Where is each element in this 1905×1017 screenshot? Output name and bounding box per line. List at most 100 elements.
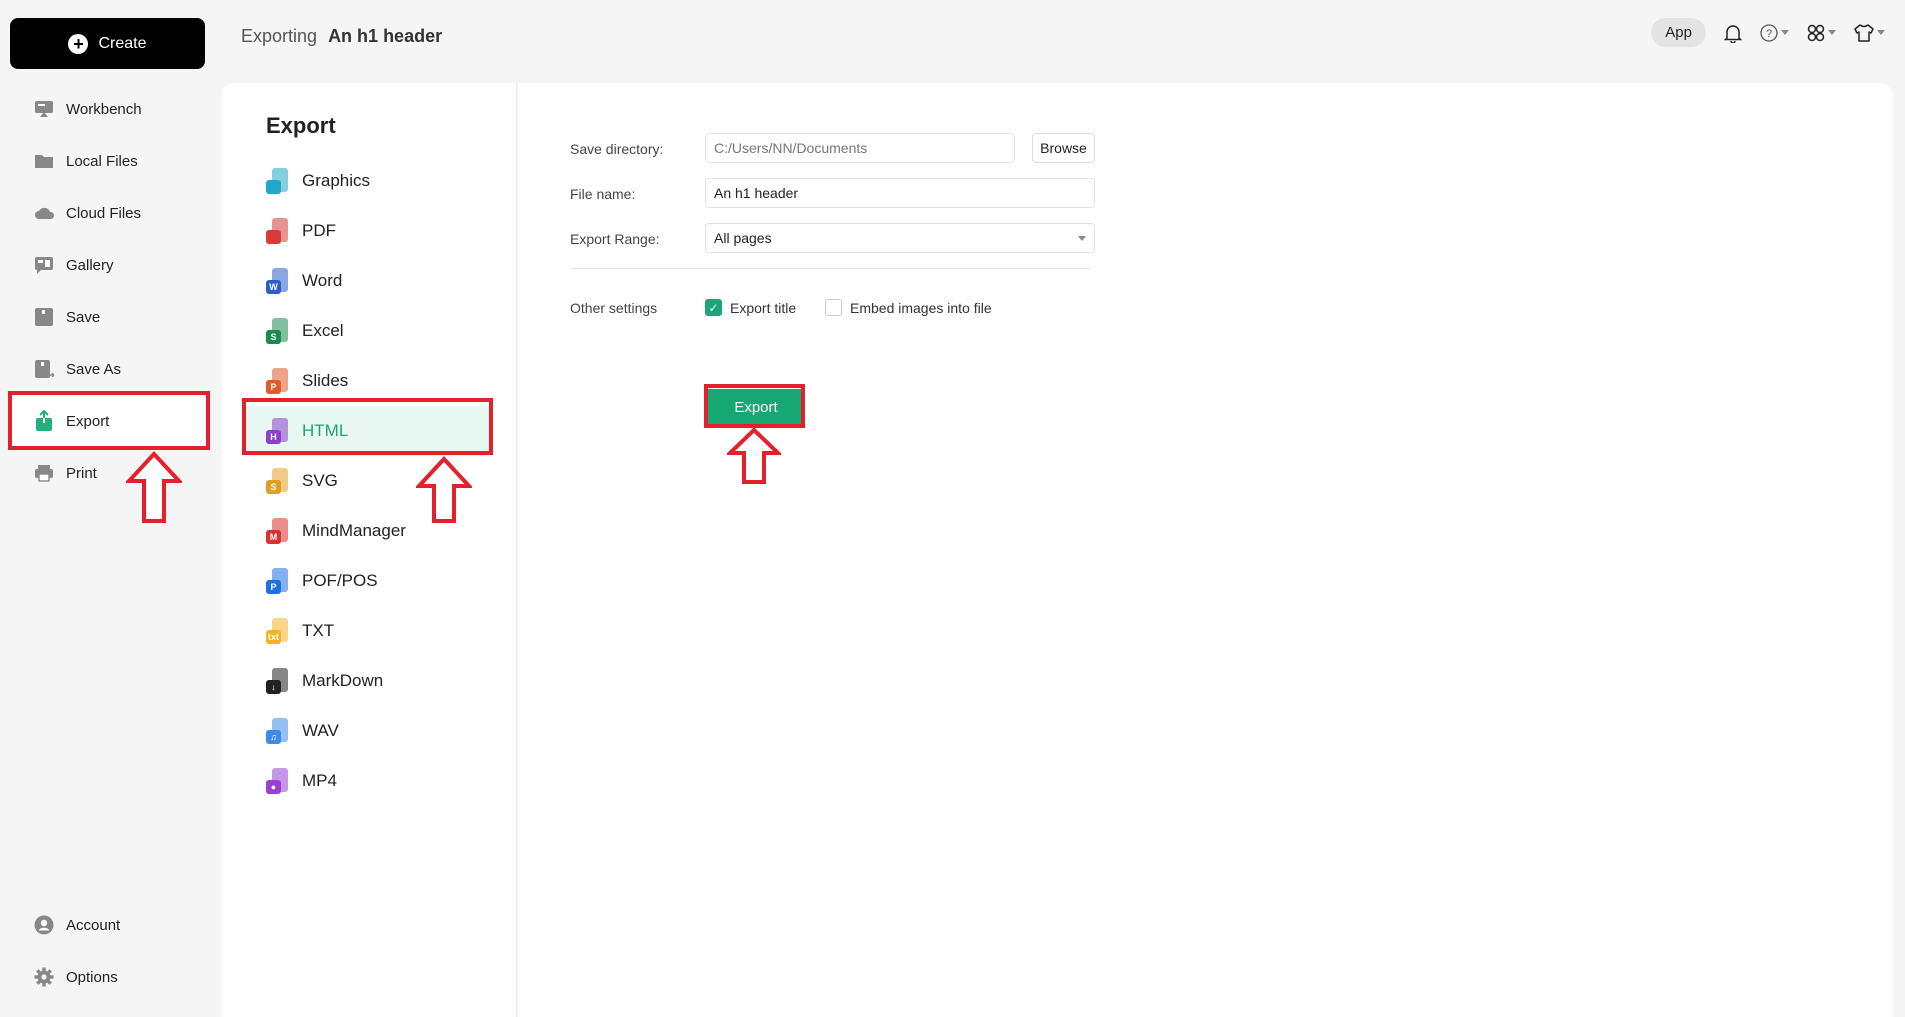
help-icon: ? — [1760, 23, 1778, 42]
graphics-file-icon — [266, 168, 288, 194]
sidebar-item-label: Save As — [66, 360, 122, 378]
file-name-label: File name: — [570, 186, 636, 202]
save-directory-label: Save directory: — [570, 141, 664, 157]
notifications-button[interactable] — [1724, 23, 1742, 43]
format-item-pof-pos[interactable]: P POF/POS — [244, 556, 492, 606]
document-name: An h1 header — [328, 26, 443, 46]
format-item-svg[interactable]: S SVG — [244, 456, 492, 506]
browse-button[interactable]: Browse — [1032, 133, 1095, 163]
format-label: MindManager — [302, 521, 406, 540]
format-label: HTML — [302, 421, 349, 440]
sidebar-item-label: Gallery — [66, 256, 114, 274]
save-as-icon — [34, 359, 54, 379]
format-label: PDF — [302, 221, 336, 240]
embed-images-label: Embed images into file — [850, 299, 992, 316]
format-label: POF/POS — [302, 571, 378, 590]
format-item-graphics[interactable]: Graphics — [244, 156, 492, 206]
bell-icon — [1724, 24, 1742, 43]
format-item-excel[interactable]: S Excel — [244, 306, 492, 356]
export-range-label: Export Range: — [570, 231, 660, 247]
create-button[interactable]: + Create — [10, 18, 205, 69]
export-range-value: All pages — [714, 230, 772, 246]
save-icon — [34, 307, 54, 327]
sidebar-item-save[interactable]: Save — [10, 292, 208, 342]
sidebar-item-label: Cloud Files — [66, 204, 142, 222]
pof-pos-file-icon: P — [266, 568, 288, 594]
word-file-icon: W — [266, 268, 288, 294]
divider — [570, 268, 1090, 269]
apps-button[interactable] — [1807, 24, 1836, 42]
checkbox-unchecked-icon — [825, 299, 842, 316]
app-button[interactable]: App — [1651, 18, 1706, 47]
top-toolbar: App ? — [1651, 18, 1885, 47]
mp4-file-icon: ● — [266, 768, 288, 794]
format-item-slides[interactable]: P Slides — [244, 356, 492, 406]
format-label: MarkDown — [302, 671, 384, 690]
pdf-file-icon — [266, 218, 288, 244]
sidebar-item-label: Account — [66, 916, 121, 934]
checkbox-checked-icon: ✓ — [705, 299, 722, 316]
markdown-file-icon: ↓ — [266, 668, 288, 694]
sidebar-item-gallery[interactable]: Gallery — [10, 240, 208, 290]
format-item-pdf[interactable]: PDF — [244, 206, 492, 256]
plus-icon: + — [68, 33, 89, 54]
other-settings-label: Other settings — [570, 300, 658, 316]
file-name-input[interactable]: An h1 header — [705, 178, 1095, 208]
format-label: Graphics — [302, 171, 371, 190]
txt-file-icon: txt — [266, 618, 288, 644]
format-item-markdown[interactable]: ↓ MarkDown — [244, 656, 492, 706]
create-label: Create — [98, 34, 147, 52]
sidebar-item-label: Local Files — [66, 152, 138, 170]
page-title: Exporting An h1 header — [241, 26, 442, 47]
sidebar-item-label: Save — [66, 308, 101, 326]
sidebar-item-print[interactable]: Print — [10, 448, 208, 498]
export-icon — [34, 410, 54, 431]
title-prefix: Exporting — [241, 26, 318, 46]
format-item-mindmanager[interactable]: M MindManager — [244, 506, 492, 556]
chevron-down-icon — [1828, 30, 1836, 35]
chevron-down-icon — [1078, 236, 1086, 241]
sidebar-item-label: Options — [66, 968, 118, 986]
export-title-label: Export title — [730, 299, 797, 316]
format-item-mp4[interactable]: ● MP4 — [244, 756, 492, 806]
chevron-down-icon — [1877, 30, 1885, 35]
sidebar-item-cloud-files[interactable]: Cloud Files — [10, 188, 208, 238]
folder-icon — [34, 151, 54, 171]
format-label: Word — [302, 271, 343, 290]
svg-text:?: ? — [1766, 28, 1772, 40]
format-item-txt[interactable]: txt TXT — [244, 606, 492, 656]
export-button[interactable]: Export — [708, 389, 804, 425]
sidebar-item-label: Print — [66, 464, 97, 482]
wav-file-icon: ♫ — [266, 718, 288, 744]
sidebar-item-label: Export — [66, 412, 110, 430]
format-item-word[interactable]: W Word — [244, 256, 492, 306]
sidebar-item-export[interactable]: Export — [10, 396, 208, 446]
account-icon — [34, 915, 54, 935]
sidebar-item-workbench[interactable]: Workbench — [10, 84, 208, 134]
format-label: Slides — [302, 371, 349, 390]
sidebar-item-local-files[interactable]: Local Files — [10, 136, 208, 186]
theme-button[interactable] — [1854, 23, 1885, 42]
help-button[interactable]: ? — [1760, 23, 1789, 42]
sidebar-item-label: Workbench — [66, 100, 142, 118]
sidebar-item-save-as[interactable]: Save As — [10, 344, 208, 394]
export-title-checkbox[interactable]: ✓ Export title — [705, 299, 796, 316]
chevron-down-icon — [1781, 30, 1789, 35]
format-item-wav[interactable]: ♫ WAV — [244, 706, 492, 756]
format-item-html[interactable]: H HTML — [244, 406, 492, 456]
save-directory-input[interactable]: C:/Users/NN/Documents — [705, 133, 1015, 163]
export-settings-panel: Save directory: C:/Users/NN/Documents Br… — [518, 83, 1893, 1017]
theme-shirt-icon — [1854, 23, 1874, 42]
apps-grid-icon — [1807, 24, 1825, 41]
embed-images-checkbox[interactable]: Embed images into file — [825, 299, 992, 316]
sidebar-item-options[interactable]: Options — [10, 952, 208, 1002]
export-range-select[interactable]: All pages — [705, 223, 1095, 253]
export-format-panel: Export Graphics PDF W Word S Excel P Slides H HTM… — [222, 83, 517, 1017]
export-heading: Export — [266, 113, 336, 138]
format-label: WAV — [302, 721, 339, 740]
sidebar-item-account[interactable]: Account — [10, 900, 208, 950]
format-label: MP4 — [302, 771, 337, 790]
format-label: TXT — [302, 621, 335, 640]
format-label: SVG — [302, 471, 338, 490]
html-file-icon: H — [266, 418, 288, 444]
